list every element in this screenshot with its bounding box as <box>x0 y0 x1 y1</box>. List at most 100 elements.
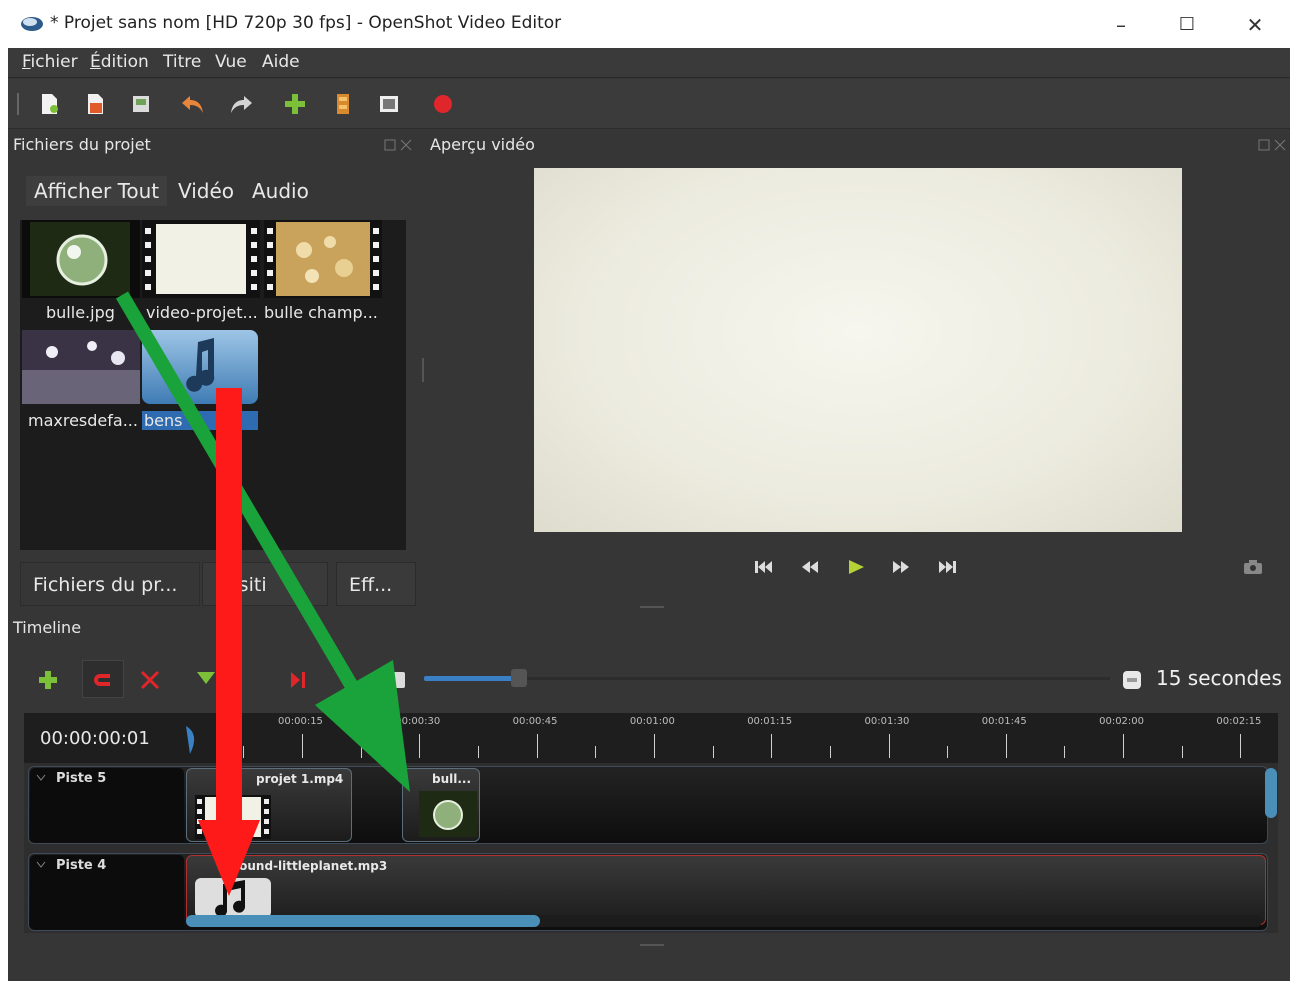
tab-project-files[interactable]: Fichiers du pr... <box>20 562 200 606</box>
jump-end-icon[interactable] <box>936 558 958 576</box>
tab-effects[interactable]: Eff... <box>336 562 416 606</box>
fullscreen-icon[interactable] <box>376 91 402 117</box>
file-label: maxresdefa... <box>28 411 138 430</box>
ruler-tick-label: 00:00:15 <box>278 716 323 727</box>
add-track-icon[interactable] <box>36 668 60 692</box>
openshot-logo-icon <box>21 17 43 31</box>
dock-float-close-icon[interactable] <box>384 138 414 152</box>
timeline-title: Timeline <box>13 618 82 637</box>
snapping-toggle[interactable] <box>82 660 124 698</box>
vertical-scrollbar-thumb[interactable] <box>1265 768 1277 818</box>
menu-titre[interactable]: Titre <box>163 52 201 72</box>
filter-video-button[interactable]: Vidéo <box>170 176 242 206</box>
dock-float-close-icon[interactable] <box>1258 138 1288 152</box>
track-header[interactable] <box>30 768 184 842</box>
ruler-tick <box>888 734 890 758</box>
menu-bar: Fichier Édition Titre Vue Aide <box>8 48 1290 78</box>
zoom-slider-handle[interactable] <box>511 669 527 687</box>
chevron-down-icon[interactable] <box>36 774 46 782</box>
menu-vue[interactable]: Vue <box>215 52 247 72</box>
filter-audio-button[interactable]: Audio <box>244 176 317 206</box>
camera-icon[interactable] <box>1242 558 1264 576</box>
splitter-handle[interactable] <box>420 358 426 382</box>
razor-icon[interactable] <box>138 668 162 692</box>
project-files-title: Fichiers du projet <box>13 135 151 154</box>
video-preview-frame <box>534 168 1182 532</box>
image-thumbnail-icon <box>22 330 140 404</box>
center-timeline-icon[interactable] <box>386 668 410 692</box>
file-item-bulle-champ[interactable] <box>264 220 382 298</box>
rewind-icon[interactable] <box>799 558 821 576</box>
profile-icon[interactable] <box>330 91 356 117</box>
ruler-tick <box>947 746 949 758</box>
play-icon[interactable] <box>845 558 867 576</box>
preview-title: Aperçu vidéo <box>430 135 535 154</box>
file-label: bulle.jpg <box>46 303 115 322</box>
toolbar-grip <box>17 93 19 115</box>
horizontal-scrollbar-thumb[interactable] <box>186 915 540 927</box>
ruler-tick <box>536 734 538 758</box>
ruler-tick <box>1240 734 1242 758</box>
new-project-icon[interactable] <box>36 91 62 117</box>
file-item-bulle-jpg[interactable] <box>22 220 140 298</box>
chevron-down-icon[interactable] <box>36 861 46 869</box>
film-thumbnail-icon <box>142 220 260 298</box>
ruler-tick-label: 00:01:00 <box>629 716 675 727</box>
menu-fichier[interactable]: Fichier <box>22 52 78 72</box>
window-title: * Projet sans nom [HD 720p 30 fps] - Ope… <box>50 13 562 33</box>
tab-transitions[interactable]: ansiti <box>202 562 328 606</box>
close-button[interactable]: ✕ <box>1232 8 1278 42</box>
menu-aide[interactable]: Aide <box>262 52 300 72</box>
ruler-tick-label: 00:01:15 <box>747 716 793 727</box>
splitter-handle[interactable] <box>640 942 664 948</box>
ruler-tick-label: 00:02:00 <box>1099 716 1145 727</box>
openshot-window: * Projet sans nom [HD 720p 30 fps] - Ope… <box>0 0 1293 981</box>
file-item-video-projet[interactable] <box>142 220 260 298</box>
export-video-icon[interactable] <box>430 91 456 117</box>
playhead-icon[interactable] <box>182 724 202 758</box>
track-name: Piste 4 <box>56 858 107 873</box>
undo-icon[interactable] <box>180 91 206 117</box>
clip-name: projet 1.mp4 <box>256 772 344 786</box>
file-item-maxresdefault[interactable] <box>22 330 140 408</box>
ruler-tick <box>653 734 655 758</box>
current-time-display: 00:00:00:01 <box>40 728 150 749</box>
add-marker-icon[interactable] <box>194 668 218 692</box>
bubble-thumbnail-icon <box>419 791 477 837</box>
zoom-value: 15 secondes <box>1156 666 1282 690</box>
splitter-handle[interactable] <box>640 604 664 610</box>
ruler-tick <box>595 746 597 758</box>
ruler-tick <box>302 734 303 758</box>
next-marker-icon[interactable] <box>286 668 310 692</box>
redo-icon[interactable] <box>228 91 254 117</box>
zoom-slider-track[interactable] <box>520 677 1110 680</box>
open-project-icon[interactable] <box>82 91 108 117</box>
save-project-icon[interactable] <box>128 91 154 117</box>
ruler-tick <box>477 746 479 758</box>
bubble-thumbnail-icon <box>22 220 140 298</box>
ruler-tick-label: 00:02:15 <box>1216 716 1262 727</box>
jump-start-icon[interactable] <box>753 558 775 576</box>
maximize-button[interactable]: ☐ <box>1164 8 1210 42</box>
filter-show-all-button[interactable]: Afficher Tout <box>26 176 168 206</box>
menu-edition[interactable]: Édition <box>90 52 149 72</box>
ruler-tick-label: 00:01:30 <box>864 716 910 727</box>
fast-forward-icon[interactable] <box>890 558 912 576</box>
film-thumbnail-icon <box>264 220 382 298</box>
minimize-button[interactable]: – <box>1098 8 1144 42</box>
main-toolbar <box>8 79 1290 129</box>
audio-note-icon <box>195 878 271 918</box>
ruler-tick <box>1005 734 1007 758</box>
ruler-tick <box>1064 746 1066 758</box>
ruler-tick-label: 00:00:45 <box>512 716 558 727</box>
clip-name: bull... <box>432 772 472 786</box>
file-label: video-projet... <box>146 303 258 322</box>
clip-name: sound-littleplanet.mp3 <box>232 859 388 873</box>
ruler-tick <box>243 746 245 758</box>
file-item-bensound[interactable] <box>142 330 258 404</box>
ruler-tick-label: 00:00:30 <box>395 716 441 727</box>
import-files-icon[interactable] <box>282 91 308 117</box>
zoom-slider-filled <box>424 676 520 681</box>
ruler-tick <box>712 746 714 758</box>
track-header[interactable] <box>30 855 184 929</box>
